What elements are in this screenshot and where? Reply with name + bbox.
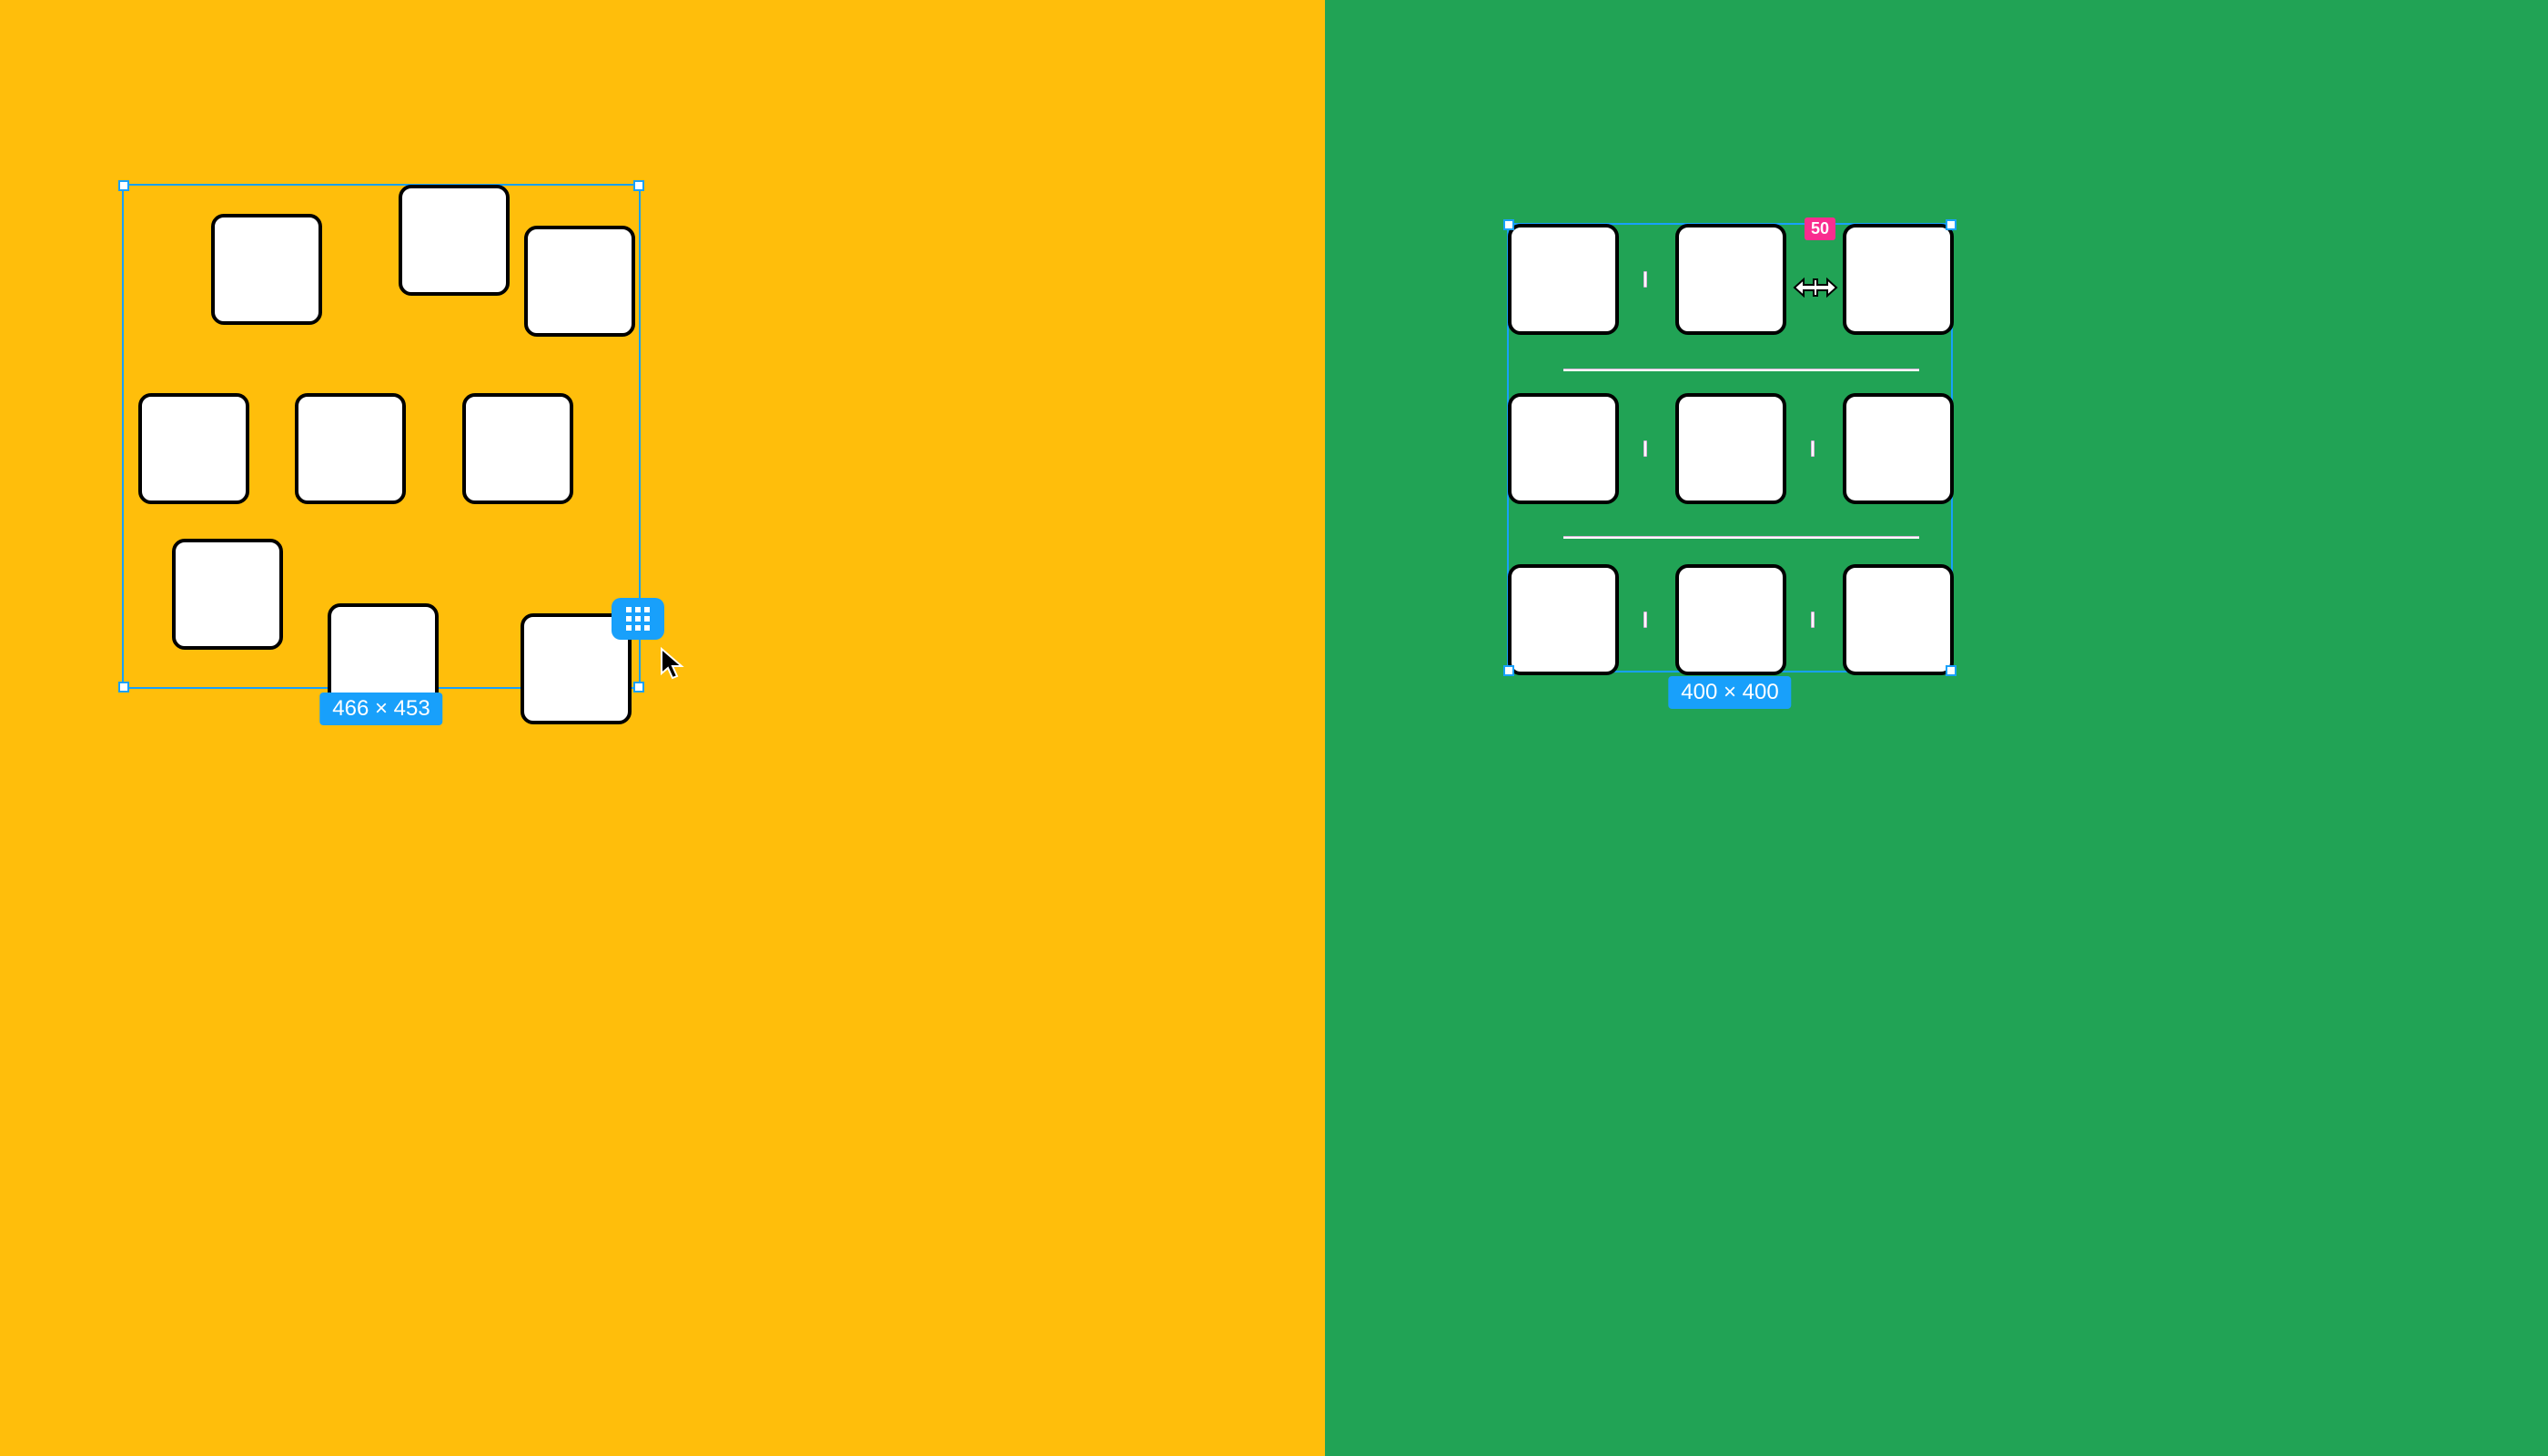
- tile[interactable]: [1508, 393, 1619, 504]
- canvas-panel-before: 466 × 453: [0, 0, 1325, 1456]
- tile[interactable]: [295, 393, 406, 504]
- tile[interactable]: [399, 185, 510, 296]
- spacing-tick: [1643, 440, 1647, 457]
- cursor-arrow-icon: [659, 646, 684, 681]
- spacing-tick: [1811, 612, 1815, 628]
- tile[interactable]: [211, 214, 322, 325]
- tile[interactable]: [1843, 393, 1954, 504]
- selection-frame-right[interactable]: 50 400 × 400: [1507, 223, 1953, 672]
- spacing-value-badge[interactable]: 50: [1805, 217, 1835, 240]
- spacing-tick: [1643, 612, 1647, 628]
- grid-row: [1509, 393, 1951, 504]
- resize-handle-bottom-right[interactable]: [633, 682, 644, 693]
- tile[interactable]: [1508, 564, 1619, 675]
- tile[interactable]: [138, 393, 249, 504]
- tile[interactable]: [462, 393, 573, 504]
- canvas-panel-after: 50 400 × 400: [1325, 0, 2548, 1456]
- spacing-line: [1563, 536, 1919, 539]
- tile[interactable]: [172, 539, 283, 650]
- tile[interactable]: [1843, 564, 1954, 675]
- tile[interactable]: [1508, 224, 1619, 335]
- resize-handle-top-left[interactable]: [118, 180, 129, 191]
- dimension-badge-right: 400 × 400: [1668, 676, 1791, 709]
- grid-row: [1509, 564, 1951, 675]
- tidy-up-button[interactable]: [612, 598, 664, 640]
- grid-row: [1509, 224, 1951, 335]
- resize-handle-bottom-right[interactable]: [1946, 665, 1956, 676]
- resize-handle-top-right[interactable]: [1946, 219, 1956, 230]
- tile[interactable]: [1675, 224, 1786, 335]
- selection-frame-left[interactable]: 466 × 453: [122, 184, 641, 689]
- tile[interactable]: [1675, 393, 1786, 504]
- spacing-line: [1563, 369, 1919, 371]
- tile[interactable]: [1675, 564, 1786, 675]
- spacing-tick: [1643, 271, 1647, 288]
- resize-handle-top-left[interactable]: [1503, 219, 1514, 230]
- dimension-badge-left: 466 × 453: [319, 693, 442, 725]
- tidy-up-icon: [626, 607, 650, 631]
- resize-handle-top-right[interactable]: [633, 180, 644, 191]
- tile[interactable]: [524, 226, 635, 337]
- resize-handle-bottom-left[interactable]: [118, 682, 129, 693]
- tile[interactable]: [1843, 224, 1954, 335]
- resize-handle-bottom-left[interactable]: [1503, 665, 1514, 676]
- spacing-tick: [1811, 440, 1815, 457]
